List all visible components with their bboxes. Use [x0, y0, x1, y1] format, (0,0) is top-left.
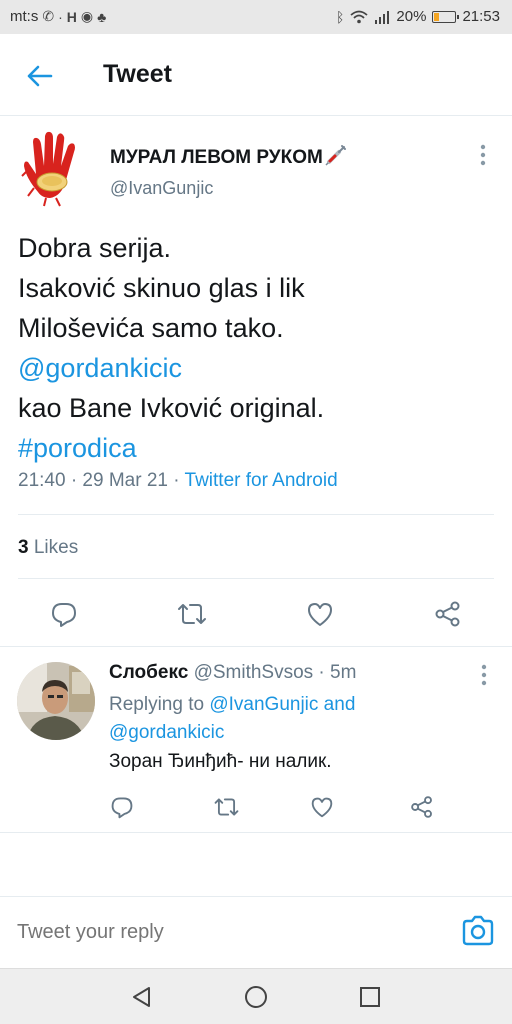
- battery-fill: [434, 12, 439, 21]
- battery-percent: 20%: [396, 8, 427, 25]
- tweet-line: Miloševića samo tako.: [18, 313, 284, 343]
- reply-button[interactable]: [106, 791, 138, 823]
- tweet-meta: 21:40 · 29 Mar 21 · Twitter for Android: [18, 470, 338, 492]
- share-button[interactable]: [432, 598, 464, 630]
- dot-icon: ·: [58, 8, 63, 25]
- battery-icon: [432, 10, 460, 23]
- system-nav-bar: [0, 968, 512, 1024]
- status-right: ᛒ 20% 21:53: [336, 8, 500, 25]
- divider: [18, 514, 494, 515]
- heart-icon: [311, 797, 333, 818]
- hd-icon: H: [66, 8, 77, 25]
- arrow-left-icon: [27, 65, 53, 87]
- author-handle[interactable]: @IvanGunjic: [110, 178, 213, 199]
- reply-icon: [111, 797, 133, 819]
- phone-wifi-icon: ✆: [42, 8, 55, 24]
- reply-input[interactable]: [17, 921, 417, 944]
- retweet-button[interactable]: [176, 598, 208, 630]
- likes-count[interactable]: 3 Likes: [18, 537, 78, 559]
- status-time: 21:53: [462, 8, 500, 25]
- reply-header: Слобекс @SmithSvsos · 5m: [109, 662, 356, 684]
- heart-icon: [308, 603, 332, 626]
- carrier-label: mt:s: [10, 8, 39, 25]
- reply-button[interactable]: [48, 598, 80, 630]
- app-header: Tweet: [0, 34, 512, 116]
- likes-label: Likes: [33, 537, 79, 558]
- status-bar: mt:s ✆ · H ◉ ♣ ᛒ 20% 21:53: [0, 0, 512, 34]
- divider: [18, 578, 494, 579]
- reply-handle-time[interactable]: @SmithSvsos · 5m: [194, 662, 357, 683]
- author-name-text: МУРАЛ ЛЕВОМ РУКОМ: [110, 147, 323, 168]
- reply-text: Зоран Ђинђић- ни налик.: [109, 751, 332, 772]
- share-icon: [411, 796, 432, 818]
- square-recents-icon: [360, 987, 380, 1007]
- reply-author-name[interactable]: Слобекс: [109, 662, 188, 683]
- like-button[interactable]: [304, 598, 336, 630]
- syringe-icon: [325, 145, 346, 166]
- replying-to: Replying to @IvanGunjic and @gordankicic: [109, 691, 489, 747]
- circle-home-icon: [245, 986, 267, 1008]
- more-vertical-icon[interactable]: [473, 662, 495, 688]
- like-button[interactable]: [306, 791, 338, 823]
- reply-icon: [52, 603, 76, 627]
- nav-back-button[interactable]: [126, 981, 158, 1013]
- reply-tweet-actions: [0, 785, 512, 825]
- author-avatar[interactable]: [16, 130, 94, 208]
- hashtag-link[interactable]: #porodica: [18, 428, 498, 468]
- section-separator: [0, 832, 512, 833]
- bluetooth-icon: ᛒ: [336, 8, 345, 25]
- replying-and[interactable]: and: [318, 694, 356, 715]
- status-left: mt:s ✆ · H ◉ ♣: [10, 8, 106, 25]
- retweet-icon: [178, 604, 206, 624]
- tweet-line: kao Bane Ivković original.: [18, 393, 325, 423]
- reply-author-avatar[interactable]: [17, 662, 95, 740]
- wifi-icon: [350, 10, 369, 23]
- share-icon: [435, 601, 460, 627]
- tweet-text: Dobra serija. Isaković skinuo glas i lik…: [18, 228, 498, 468]
- section-separator: [0, 646, 512, 647]
- more-vertical-icon[interactable]: [472, 142, 494, 168]
- nav-home-button[interactable]: [240, 981, 272, 1013]
- page-title: Tweet: [103, 60, 172, 88]
- tweet-line: Dobra serija.: [18, 233, 172, 263]
- notification-icon: ♣: [97, 8, 107, 25]
- tweet-source-link[interactable]: Twitter for Android: [185, 470, 338, 491]
- share-button[interactable]: [406, 791, 438, 823]
- main-tweet-actions: [0, 592, 512, 632]
- triangle-back-icon: [133, 987, 150, 1007]
- signal-icon: [375, 10, 390, 24]
- chrome-icon: ◉: [80, 8, 94, 24]
- retweet-icon: [214, 798, 238, 816]
- replying-prefix: Replying to: [109, 694, 210, 715]
- reply-compose-bar: [0, 896, 512, 968]
- tweet-timestamp: 21:40 · 29 Mar 21 ·: [18, 470, 185, 491]
- retweet-button[interactable]: [210, 791, 242, 823]
- back-button[interactable]: [20, 56, 60, 96]
- tweet-line: Isaković skinuo glas i lik: [18, 273, 305, 303]
- mention-link[interactable]: @gordankicic: [18, 348, 498, 388]
- replying-mention-link[interactable]: @gordankicic: [109, 722, 224, 743]
- author-name[interactable]: МУРАЛ ЛЕВОМ РУКОМ: [110, 144, 347, 169]
- replying-mention-link[interactable]: @IvanGunjic: [209, 694, 318, 715]
- camera-icon[interactable]: [460, 913, 496, 949]
- nav-recents-button[interactable]: [354, 981, 386, 1013]
- likes-number: 3: [18, 537, 29, 558]
